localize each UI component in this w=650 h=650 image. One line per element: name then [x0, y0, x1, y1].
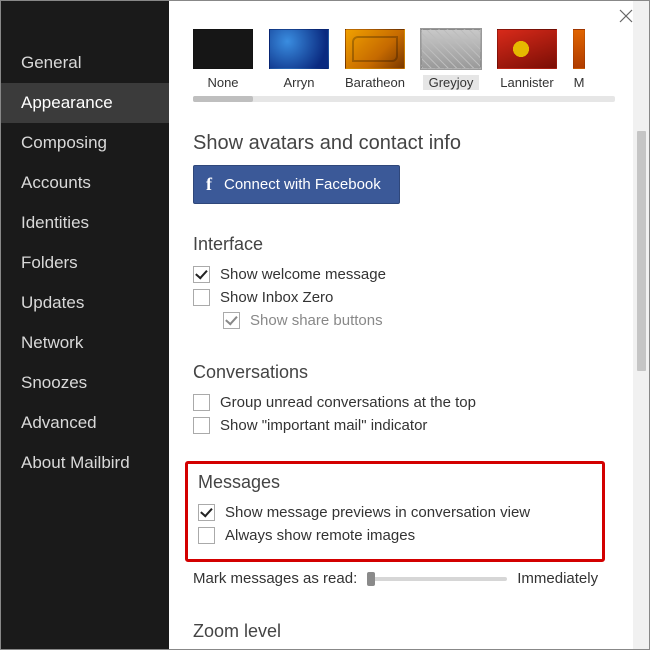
opt-inbox-zero[interactable]: Show Inbox Zero — [193, 286, 615, 309]
settings-window: General Appearance Composing Accounts Id… — [0, 0, 650, 650]
scrollbar-thumb[interactable] — [637, 131, 646, 371]
opt-welcome-label: Show welcome message — [220, 266, 386, 283]
mark-read-value: Immediately — [517, 570, 598, 587]
checkbox-inbox-zero[interactable] — [193, 289, 210, 306]
opt-share-buttons-label: Show share buttons — [250, 312, 383, 329]
mark-read-slider[interactable] — [367, 577, 507, 581]
opt-inbox-zero-label: Show Inbox Zero — [220, 289, 333, 306]
nav-identities[interactable]: Identities — [1, 203, 169, 243]
theme-label: Arryn — [283, 75, 314, 90]
connect-facebook-button[interactable]: f Connect with Facebook — [193, 165, 400, 204]
avatars-title: Show avatars and contact info — [193, 132, 615, 155]
checkbox-share-buttons[interactable] — [223, 312, 240, 329]
interface-section: Interface Show welcome message Show Inbo… — [193, 234, 615, 332]
slider-thumb[interactable] — [367, 572, 375, 586]
theme-swatch-baratheon — [345, 29, 405, 69]
nav-composing[interactable]: Composing — [1, 123, 169, 163]
connect-facebook-label: Connect with Facebook — [224, 176, 381, 193]
opt-remote-images[interactable]: Always show remote images — [198, 524, 592, 547]
theme-label: M — [574, 75, 585, 90]
content-area: None Arryn Baratheon Greyjoy Lannister — [169, 1, 649, 649]
interface-title: Interface — [193, 234, 615, 255]
opt-group-unread-label: Group unread conversations at the top — [220, 394, 476, 411]
opt-previews-label: Show message previews in conversation vi… — [225, 504, 530, 521]
theme-swatch-next — [573, 29, 585, 69]
theme-picker: None Arryn Baratheon Greyjoy Lannister — [193, 29, 615, 90]
theme-label: None — [207, 75, 238, 90]
checkbox-welcome[interactable] — [193, 266, 210, 283]
avatars-section: Show avatars and contact info f Connect … — [193, 132, 615, 204]
appearance-panel: None Arryn Baratheon Greyjoy Lannister — [169, 1, 633, 649]
nav-network[interactable]: Network — [1, 323, 169, 363]
checkbox-remote-images[interactable] — [198, 527, 215, 544]
nav-about[interactable]: About Mailbird — [1, 443, 169, 483]
close-button[interactable] — [619, 9, 639, 29]
checkbox-group-unread[interactable] — [193, 394, 210, 411]
theme-swatch-lannister — [497, 29, 557, 69]
messages-highlight: Messages Show message previews in conver… — [185, 461, 605, 562]
opt-share-buttons[interactable]: Show share buttons — [223, 309, 615, 332]
theme-scrollbar[interactable] — [193, 96, 615, 102]
facebook-icon: f — [206, 174, 212, 195]
nav-advanced[interactable]: Advanced — [1, 403, 169, 443]
theme-swatch-none — [193, 29, 253, 69]
nav-updates[interactable]: Updates — [1, 283, 169, 323]
close-icon — [619, 9, 633, 23]
nav-snoozes[interactable]: Snoozes — [1, 363, 169, 403]
vertical-scrollbar[interactable] — [633, 1, 649, 649]
theme-label: Greyjoy — [423, 75, 480, 90]
theme-lannister[interactable]: Lannister — [497, 29, 557, 90]
conversations-section: Conversations Group unread conversations… — [193, 362, 615, 437]
theme-label: Baratheon — [345, 75, 405, 90]
theme-swatch-greyjoy — [421, 29, 481, 69]
theme-arryn[interactable]: Arryn — [269, 29, 329, 90]
nav-accounts[interactable]: Accounts — [1, 163, 169, 203]
checkbox-previews[interactable] — [198, 504, 215, 521]
theme-baratheon[interactable]: Baratheon — [345, 29, 405, 90]
opt-remote-images-label: Always show remote images — [225, 527, 415, 544]
nav-folders[interactable]: Folders — [1, 243, 169, 283]
opt-important-label: Show "important mail" indicator — [220, 417, 427, 434]
theme-none[interactable]: None — [193, 29, 253, 90]
opt-important[interactable]: Show "important mail" indicator — [193, 414, 615, 437]
theme-swatch-arryn — [269, 29, 329, 69]
zoom-section: Zoom level Email 100 % i Apps 100 % — [193, 621, 615, 649]
nav-appearance[interactable]: Appearance — [1, 83, 169, 123]
conversations-title: Conversations — [193, 362, 615, 383]
opt-welcome[interactable]: Show welcome message — [193, 263, 615, 286]
opt-previews[interactable]: Show message previews in conversation vi… — [198, 501, 592, 524]
nav-general[interactable]: General — [1, 43, 169, 83]
checkbox-important[interactable] — [193, 417, 210, 434]
theme-label: Lannister — [500, 75, 553, 90]
mark-read-label: Mark messages as read: — [193, 570, 357, 587]
settings-sidebar: General Appearance Composing Accounts Id… — [1, 1, 169, 649]
opt-group-unread[interactable]: Group unread conversations at the top — [193, 391, 615, 414]
mark-read-row: Mark messages as read: Immediately — [193, 566, 615, 591]
theme-next-partial[interactable]: M — [573, 29, 585, 90]
messages-title: Messages — [198, 472, 592, 493]
theme-greyjoy[interactable]: Greyjoy — [421, 29, 481, 90]
zoom-title: Zoom level — [193, 621, 615, 642]
